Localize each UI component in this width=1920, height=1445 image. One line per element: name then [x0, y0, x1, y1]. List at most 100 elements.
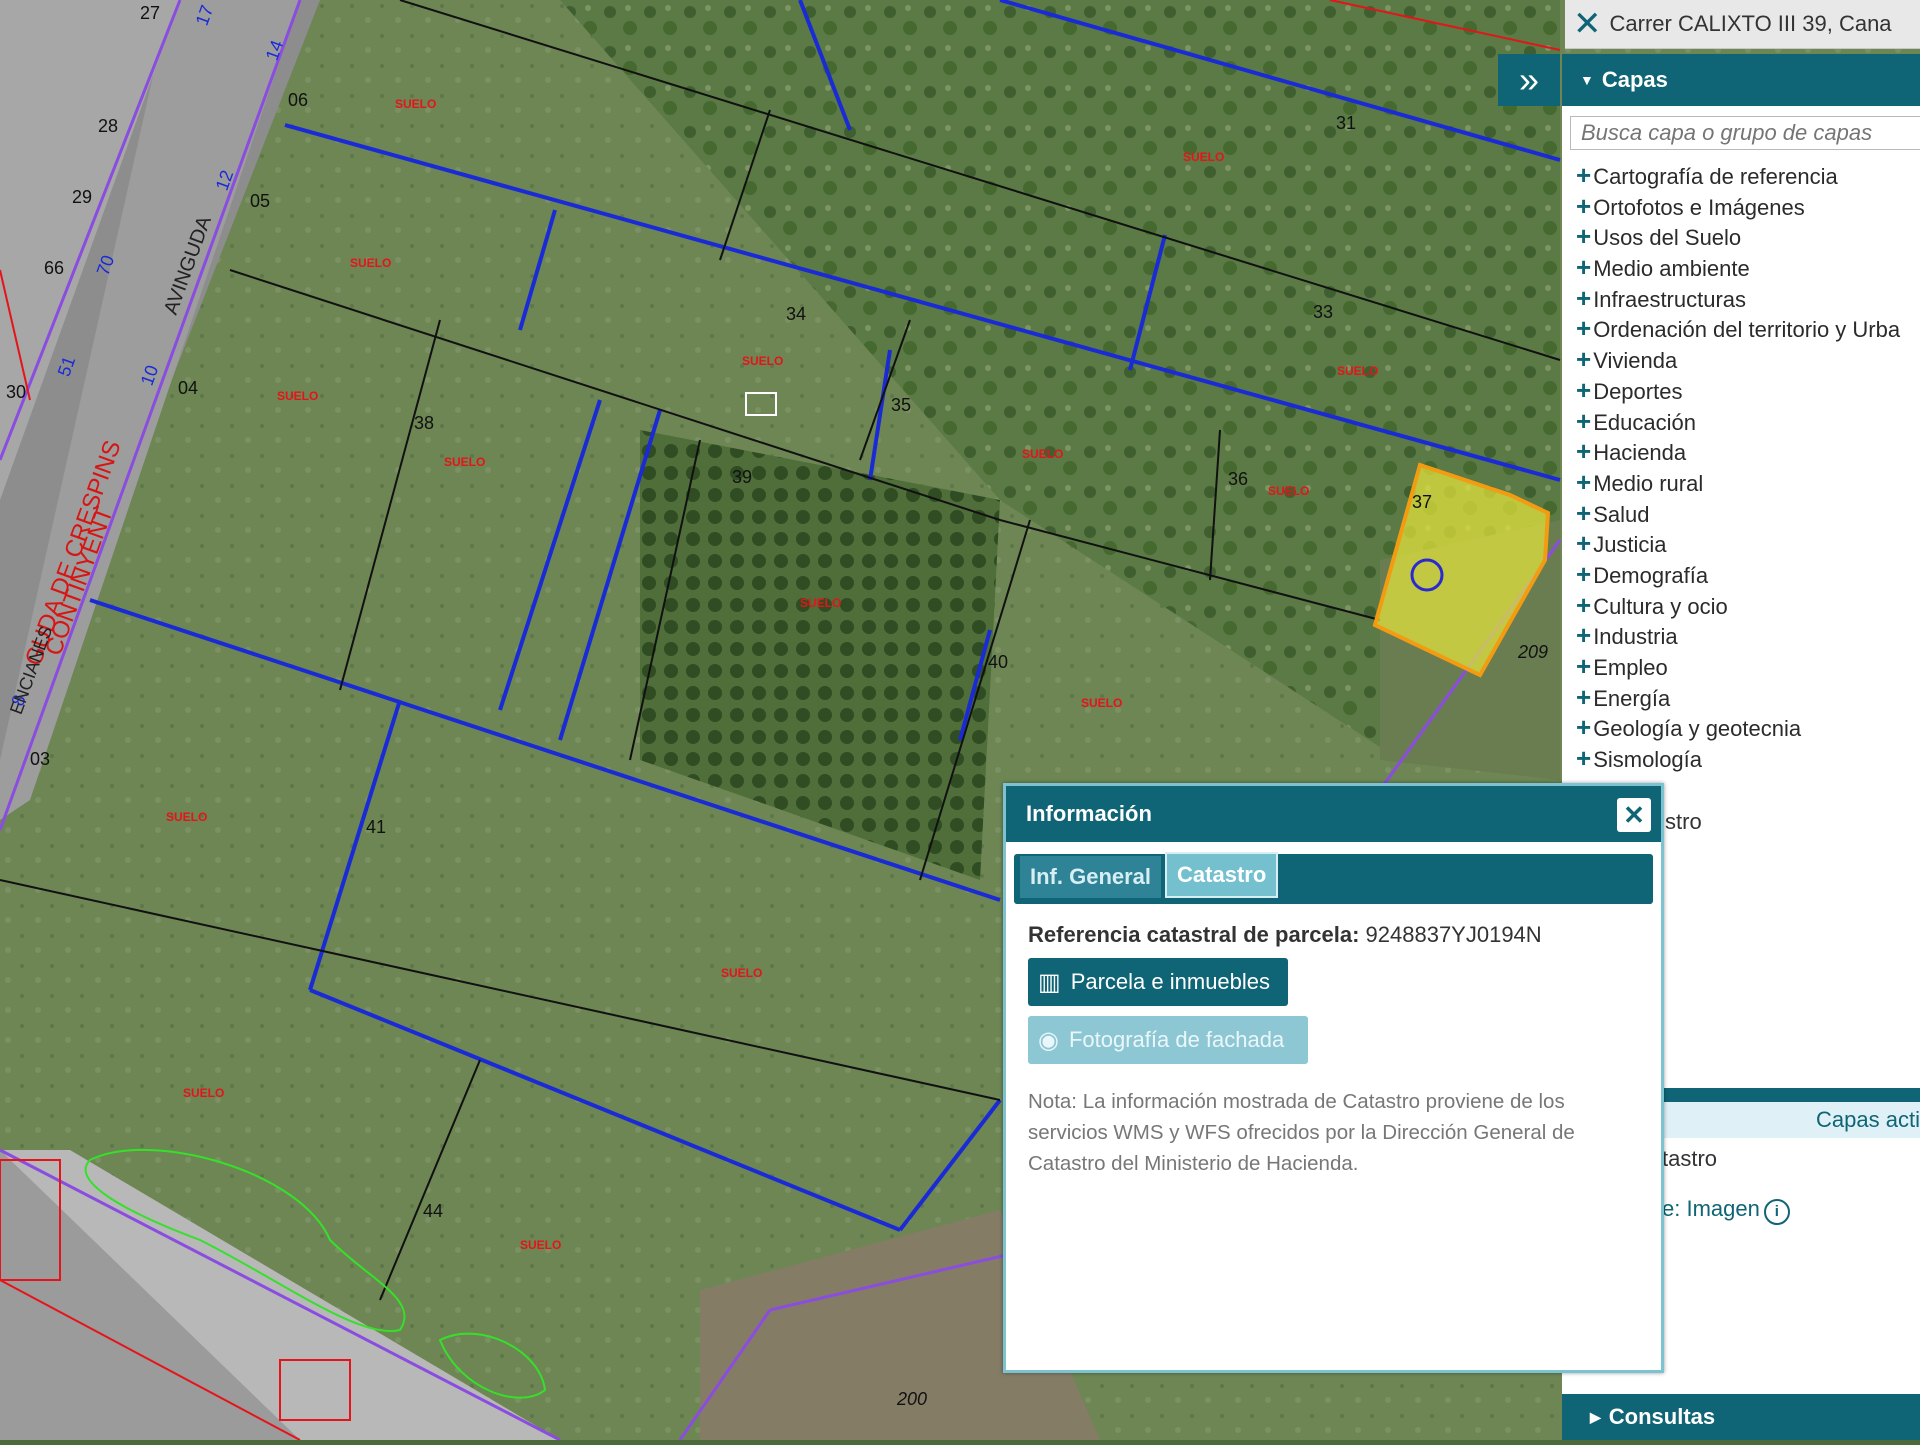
- parcel-number: 66: [44, 258, 65, 278]
- parcela-inmuebles-button[interactable]: ▥ Parcela e inmuebles: [1028, 958, 1288, 1006]
- fotografia-fachada-button[interactable]: ◉ Fotografía de fachada: [1028, 1016, 1308, 1064]
- plus-icon[interactable]: +: [1576, 375, 1591, 405]
- plus-icon[interactable]: +: [1576, 191, 1591, 221]
- consultas-section-header[interactable]: ▶ Consultas: [1562, 1394, 1920, 1440]
- layer-group-item[interactable]: +Vivienda: [1576, 344, 1920, 375]
- soil-label: SUELO: [721, 966, 763, 980]
- plus-icon[interactable]: +: [1576, 620, 1591, 650]
- close-icon: ✕: [1623, 800, 1645, 830]
- tab-inf-general[interactable]: Inf. General: [1020, 856, 1162, 898]
- tab-catastro[interactable]: Catastro: [1165, 852, 1279, 898]
- layer-group-item[interactable]: +Cartografía de referencia: [1576, 160, 1920, 191]
- plus-icon[interactable]: +: [1576, 467, 1591, 497]
- parcel-number: 36: [1228, 469, 1249, 489]
- close-icon[interactable]: ✕: [1573, 7, 1602, 41]
- layer-group-item[interactable]: +Cultura y ocio: [1576, 590, 1920, 621]
- address-search-text[interactable]: Carrer CALIXTO III 39, Cana: [1610, 11, 1892, 37]
- consultas-label: Consultas: [1608, 1404, 1716, 1429]
- parcel-number: 209: [1518, 642, 1549, 662]
- parcel-number: 03: [30, 749, 51, 769]
- active-layer-name[interactable]: tastro: [1662, 1146, 1717, 1172]
- soil-label: SUELO: [166, 810, 208, 824]
- plus-icon[interactable]: +: [1576, 712, 1591, 742]
- parcel-number: 41: [366, 817, 387, 837]
- parcel-number: 04: [178, 378, 199, 398]
- parcel-number: 40: [988, 652, 1009, 672]
- cadastral-reference-value: 9248837YJ0194N: [1365, 922, 1542, 947]
- close-dialog-button[interactable]: ✕: [1617, 798, 1651, 832]
- soil-label: SUELO: [520, 1238, 562, 1252]
- layer-group-item[interactable]: +Industria: [1576, 620, 1920, 651]
- plus-icon[interactable]: +: [1576, 590, 1591, 620]
- layer-group-item[interactable]: +Salud: [1576, 498, 1920, 529]
- information-dialog: Información ✕ Inf. General Catastro Refe…: [1003, 783, 1664, 1373]
- layer-search-input[interactable]: [1570, 116, 1920, 150]
- layer-group-item[interactable]: +Sismología: [1576, 743, 1920, 774]
- layer-group-item[interactable]: +Ordenación del territorio y Urba: [1576, 313, 1920, 344]
- plus-icon[interactable]: +: [1576, 743, 1591, 773]
- plus-icon[interactable]: +: [1576, 221, 1591, 251]
- layer-group-item[interactable]: +Justicia: [1576, 528, 1920, 559]
- plus-icon[interactable]: +: [1576, 559, 1591, 589]
- plus-icon[interactable]: +: [1576, 436, 1591, 466]
- layers-panel-header[interactable]: ▼ Capas: [1562, 54, 1920, 106]
- soil-label: SUELO: [800, 596, 842, 610]
- layer-group-item-partial[interactable]: stro: [1665, 809, 1702, 835]
- plus-icon[interactable]: +: [1576, 406, 1591, 436]
- plus-icon[interactable]: +: [1576, 528, 1591, 558]
- plus-icon[interactable]: +: [1576, 283, 1591, 313]
- layer-group-item[interactable]: +Ortofotos e Imágenes: [1576, 191, 1920, 222]
- layer-group-list: +Cartografía de referencia +Ortofotos e …: [1576, 160, 1920, 774]
- plus-icon[interactable]: +: [1576, 682, 1591, 712]
- parcel-number: 39: [732, 467, 753, 487]
- parcel-number: 29: [72, 187, 93, 207]
- layer-group-item[interactable]: +Empleo: [1576, 651, 1920, 682]
- parcel-number: 33: [1313, 302, 1334, 322]
- layer-group-item[interactable]: +Educación: [1576, 406, 1920, 437]
- address-search-bar[interactable]: ✕ Carrer CALIXTO III 39, Cana: [1565, 0, 1920, 49]
- parcel-number: 200: [897, 1389, 928, 1409]
- plus-icon[interactable]: +: [1576, 498, 1591, 528]
- parcel-number: 38: [414, 413, 435, 433]
- layer-group-item[interactable]: +Usos del Suelo: [1576, 221, 1920, 252]
- layer-group-item[interactable]: +Geología y geotecnia: [1576, 712, 1920, 743]
- collapse-panel-button[interactable]: »: [1498, 54, 1560, 106]
- layer-group-item[interactable]: +Hacienda: [1576, 436, 1920, 467]
- soil-label: SUELO: [444, 455, 486, 469]
- fotografia-fachada-label: Fotografía de fachada: [1068, 1027, 1285, 1052]
- active-layer-type-label[interactable]: e: Imagen: [1662, 1196, 1760, 1221]
- active-layer-type[interactable]: e: Imagen i: [1662, 1196, 1790, 1225]
- building-icon: ▥: [1038, 968, 1061, 996]
- soil-label: SUELO: [277, 389, 319, 403]
- layer-group-item[interactable]: +Medio rural: [1576, 467, 1920, 498]
- layer-group-item[interactable]: +Deportes: [1576, 375, 1920, 406]
- plus-icon[interactable]: +: [1576, 344, 1591, 374]
- layer-group-item[interactable]: +Energía: [1576, 682, 1920, 713]
- cadastral-reference: Referencia catastral de parcela: 9248837…: [1028, 922, 1661, 948]
- parcel-number: 44: [423, 1201, 444, 1221]
- layer-group-item[interactable]: +Medio ambiente: [1576, 252, 1920, 283]
- parcela-inmuebles-label: Parcela e inmuebles: [1070, 969, 1271, 994]
- soil-label: SUELO: [350, 256, 392, 270]
- caret-down-icon: ▼: [1580, 72, 1594, 88]
- soil-label: SUELO: [183, 1086, 225, 1100]
- camera-icon: ◉: [1038, 1026, 1059, 1054]
- plus-icon[interactable]: +: [1576, 651, 1591, 681]
- layer-group-item[interactable]: +Infraestructuras: [1576, 283, 1920, 314]
- parcel-number: 34: [786, 304, 807, 324]
- caret-right-icon: ▶: [1590, 1408, 1601, 1425]
- plus-icon[interactable]: +: [1576, 313, 1591, 343]
- soil-label: SUELO: [1337, 364, 1379, 378]
- soil-label: SUELO: [1183, 150, 1225, 164]
- dialog-title: Información: [1026, 801, 1152, 826]
- layer-group-item[interactable]: +Demografía: [1576, 559, 1920, 590]
- plus-icon[interactable]: +: [1576, 160, 1591, 190]
- information-dialog-header[interactable]: Información ✕: [1006, 786, 1661, 842]
- parcel-number: 27: [140, 3, 161, 23]
- parcel-number: 05: [250, 191, 271, 211]
- chevron-right-icon: »: [1518, 59, 1540, 100]
- parcel-number: 30: [6, 382, 27, 402]
- soil-label: SUELO: [1268, 484, 1310, 498]
- plus-icon[interactable]: +: [1576, 252, 1591, 282]
- info-icon[interactable]: i: [1763, 1199, 1790, 1225]
